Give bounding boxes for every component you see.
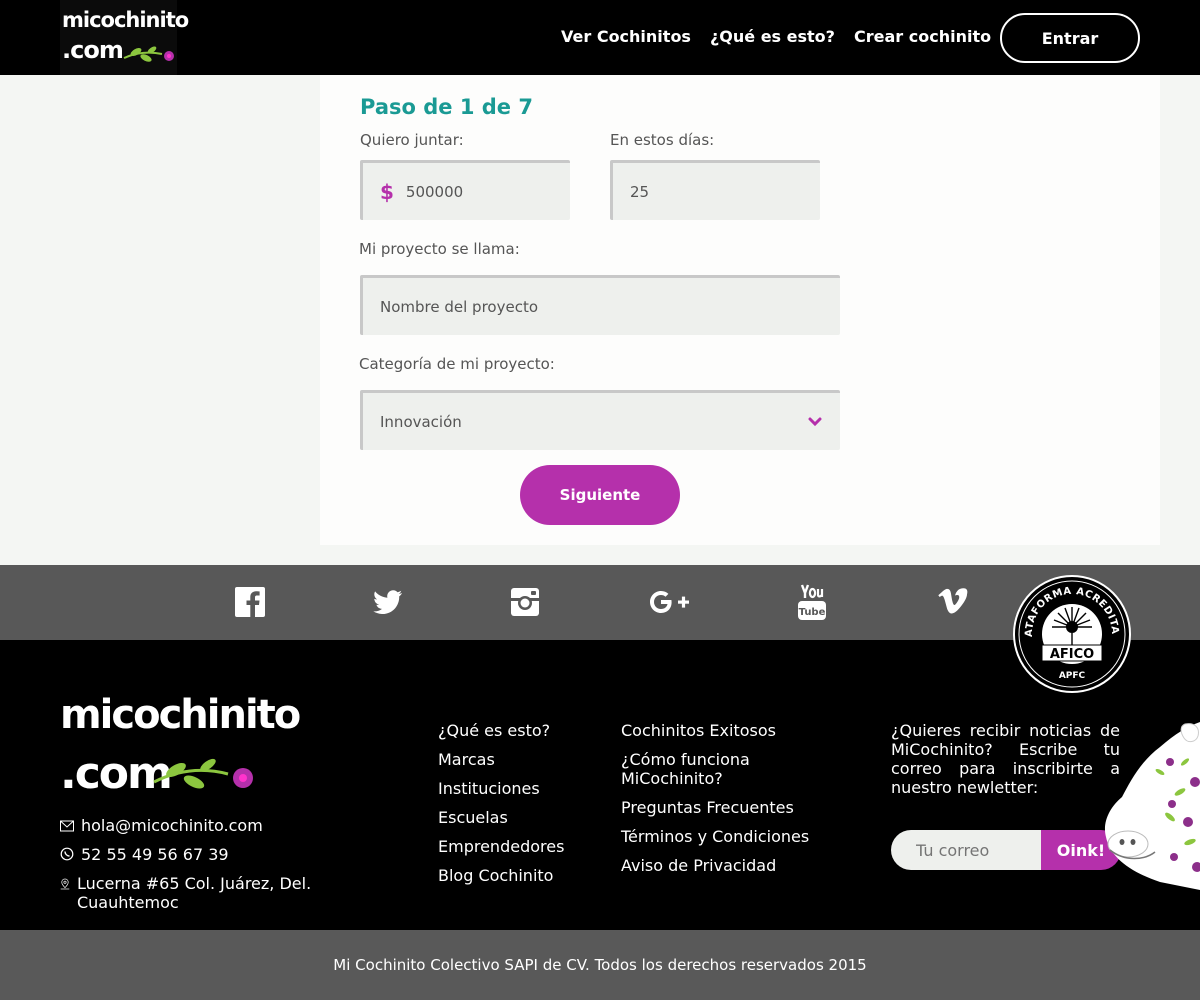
dollar-icon: $ [380,179,394,204]
days-label: En estos días: [610,131,715,149]
chevron-down-icon [808,417,822,426]
facebook-icon[interactable] [233,585,267,619]
amount-label: Quiero juntar: [360,131,464,149]
project-name-placeholder: Nombre del proyecto [380,297,538,316]
footer-link-marcas[interactable]: Marcas [438,750,495,769]
site-header: micochinito .com Ver Cochinitos ¿Qué es … [0,0,1200,75]
afico-seal-icon: AFICO PLATAFORMA ACREDITADA APFC [1011,569,1126,688]
login-button[interactable]: Entrar [1000,13,1140,63]
logo-text-line2: .com [62,36,124,64]
days-value: 25 [630,182,650,201]
project-form-panel: Paso de 1 de 7 Quiero juntar: $ 500000 E… [320,75,1160,545]
newsletter-email-input[interactable] [891,830,1041,870]
nav-crear-cochinito[interactable]: Crear cochinito [854,27,991,46]
svg-text:Tube: Tube [799,607,826,618]
nav-que-es-esto[interactable]: ¿Qué es esto? [710,27,835,46]
newsletter-text: ¿Quieres recibir noticias de MiCochinito… [891,721,1120,797]
category-label: Categoría de mi proyecto: [359,355,555,373]
instagram-icon[interactable] [508,585,542,619]
footer-link-cochinitos-exitosos[interactable]: Cochinitos Exitosos [621,721,776,740]
category-select[interactable]: Innovación [360,390,840,450]
amount-value: 500000 [405,182,464,201]
footer-logo-line1: micochinito [60,692,301,738]
whatsapp-icon [60,847,74,861]
pig-mascot-icon [1104,722,1200,890]
map-pin-icon [60,878,70,890]
footer-link-terminos[interactable]: Términos y Condiciones [621,827,809,846]
footer-link-como-funciona[interactable]: ¿Cómo funciona MiCochinito? [621,750,791,788]
footer-leaf-flower-icon [153,758,253,789]
youtube-icon[interactable]: Tube [796,583,828,621]
badge-center-text: AFICO [1050,647,1094,662]
nav-ver-cochinitos[interactable]: Ver Cochinitos [561,27,691,46]
project-name-input[interactable]: Nombre del proyecto [360,275,840,335]
footer-link-privacidad[interactable]: Aviso de Privacidad [621,856,776,875]
badge-bottom-text: APFC [1059,671,1086,681]
footer-link-preguntas[interactable]: Preguntas Frecuentes [621,798,794,817]
logo-text-line1: micochinito [62,8,189,32]
next-button[interactable]: Siguiente [520,465,680,525]
footer-link-emprendedores[interactable]: Emprendedores [438,837,564,856]
project-name-label: Mi proyecto se llama: [359,240,520,258]
category-value: Innovación [380,412,462,431]
footer-phone[interactable]: 52 55 49 56 67 39 [60,845,229,864]
footer-phone-text: 52 55 49 56 67 39 [81,845,229,864]
copyright-bar: Mi Cochinito Colectivo SAPI de CV. Todos… [0,930,1200,1000]
step-title: Paso de 1 de 7 [360,95,533,119]
leaf-flower-icon [123,46,174,62]
footer-link-que-es-esto[interactable]: ¿Qué es esto? [438,721,550,740]
afico-accreditation-badge: AFICO PLATAFORMA ACREDITADA APFC [1011,569,1131,693]
footer-link-blog[interactable]: Blog Cochinito [438,866,553,885]
google-plus-icon[interactable] [646,585,692,619]
footer-link-escuelas[interactable]: Escuelas [438,808,508,827]
twitter-icon[interactable] [371,585,405,619]
days-input[interactable]: 25 [610,160,820,220]
envelope-icon [60,820,74,832]
vimeo-icon[interactable] [935,585,969,619]
newsletter-form: Oink! [891,830,1121,870]
footer-email-text: hola@micochinito.com [81,816,263,835]
footer-link-instituciones[interactable]: Instituciones [438,779,540,798]
amount-input[interactable]: $ 500000 [360,160,570,220]
footer-address: Lucerna #65 Col. Juárez, Del. Cuauhtemoc [60,874,320,912]
copyright-text: Mi Cochinito Colectivo SAPI de CV. Todos… [333,956,867,974]
site-logo[interactable]: micochinito .com [60,0,189,75]
footer-address-text: Lucerna #65 Col. Juárez, Del. Cuauhtemoc [76,874,312,912]
footer-email[interactable]: hola@micochinito.com [60,816,263,835]
